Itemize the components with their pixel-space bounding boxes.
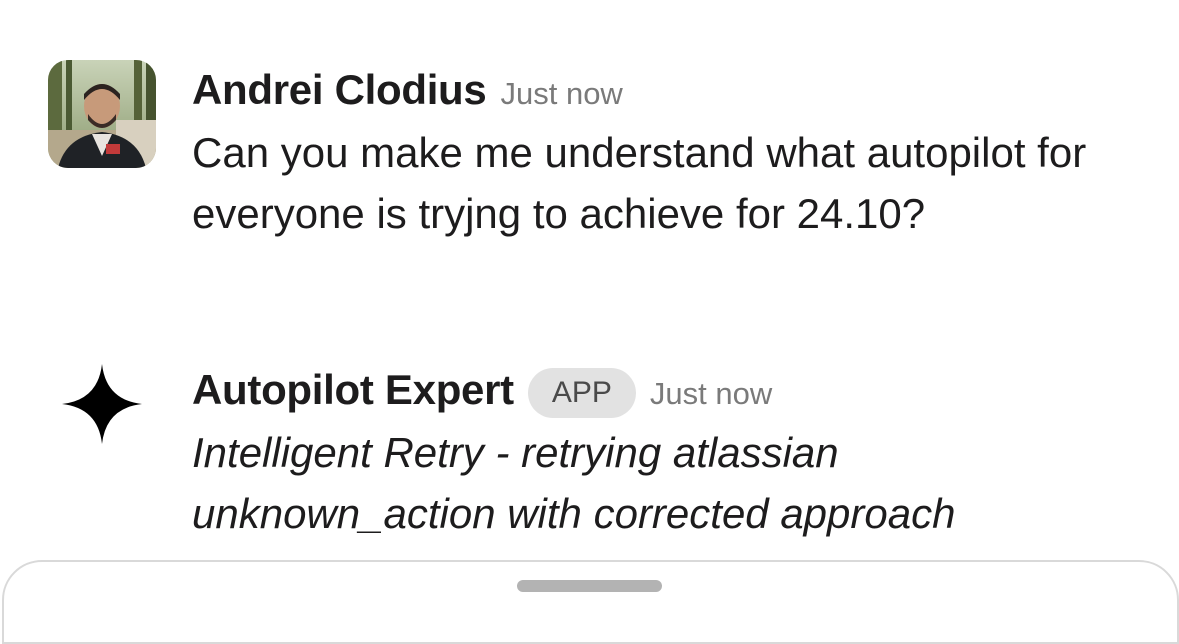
four-point-star-icon[interactable] [58, 360, 146, 448]
avatar[interactable] [48, 60, 156, 168]
drag-handle[interactable] [517, 580, 662, 592]
app-badge: APP [527, 368, 636, 418]
user-photo-image [48, 60, 156, 168]
sender-name[interactable]: Autopilot Expert [192, 358, 514, 422]
message-text: Intelligent Retry - retrying atlassian u… [192, 429, 956, 537]
sender-name[interactable]: Andrei Clodius [192, 58, 487, 122]
message-timestamp[interactable]: Just now [500, 62, 622, 126]
composer-sheet[interactable] [2, 560, 1179, 644]
message-text: Can you make me understand what autopilo… [192, 129, 1098, 237]
message-timestamp[interactable]: Just now [650, 362, 772, 426]
